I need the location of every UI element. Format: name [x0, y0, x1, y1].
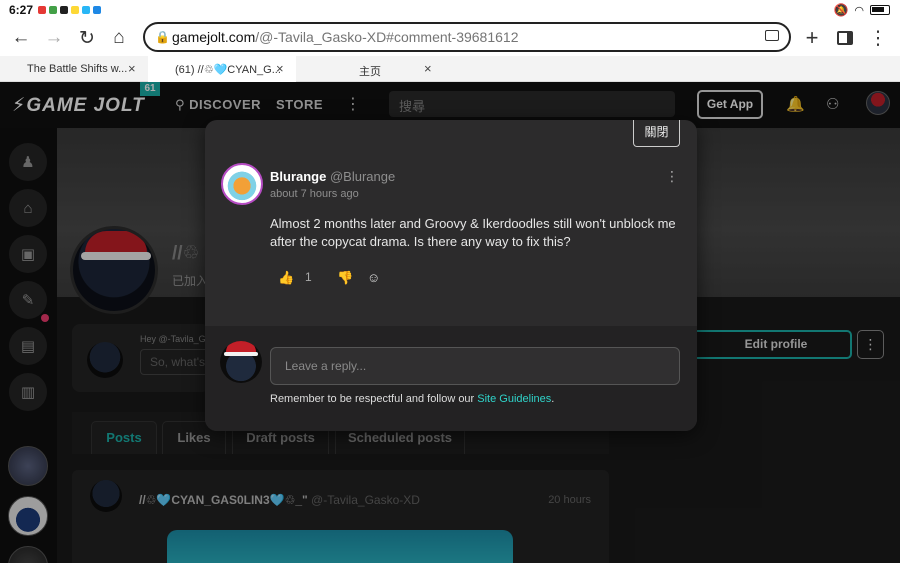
close-button[interactable]: 關閉	[633, 120, 680, 147]
status-bar: 6:27 🔕 ◠	[0, 0, 900, 20]
comment-author-avatar[interactable]	[221, 163, 263, 205]
wifi-icon: ◠	[854, 4, 864, 17]
lock-icon: 🔒	[155, 30, 170, 44]
url-text: gamejolt.com/@-Tavila_Gasko-XD#comment-3…	[172, 29, 519, 45]
notification-icon	[93, 6, 101, 14]
comment-body: Almost 2 months later and Groovy & Ikerd…	[270, 216, 676, 249]
tab-switcher-icon[interactable]	[765, 30, 779, 41]
notification-icon	[38, 6, 46, 14]
browser-menu-button[interactable]: ⋮	[864, 24, 892, 52]
home-button[interactable]: ⌂	[105, 24, 133, 52]
back-button[interactable]: ←	[7, 24, 35, 52]
thumbs-up-icon[interactable]: 👍	[278, 270, 294, 286]
reply-section: Leave a reply... Remember to be respectf…	[205, 326, 697, 431]
hat-brim	[224, 352, 258, 356]
tab-title: (61) //♲🩵CYAN_G...	[175, 64, 281, 76]
browser-tab-active[interactable]: (61) //♲🩵CYAN_G... ×	[148, 56, 296, 82]
mute-icon: 🔕	[833, 3, 849, 17]
notification-icons	[38, 6, 101, 14]
tab-close-icon[interactable]: ×	[276, 61, 284, 76]
browser-toolbar: ← → ↻ ⌂ 🔒 gamejolt.com/@-Tavila_Gasko-XD…	[0, 20, 900, 56]
guidelines-note: Remember to be respectful and follow our…	[270, 393, 554, 405]
notification-icon	[60, 6, 68, 14]
notification-icon	[71, 6, 79, 14]
site-guidelines-link[interactable]: Site Guidelines	[477, 393, 551, 405]
guidelines-period: .	[551, 393, 555, 405]
system-icons: 🔕 ◠	[833, 3, 890, 17]
tab-title: 主页	[359, 66, 381, 78]
browser-tab[interactable]: The Battle Shifts w... ×	[0, 56, 148, 82]
reply-input[interactable]: Leave a reply...	[270, 347, 680, 385]
battery-icon	[870, 5, 890, 15]
sidebar-toggle-icon[interactable]	[831, 24, 859, 52]
tab-close-icon[interactable]: ×	[128, 61, 136, 76]
comment-more-icon[interactable]: ⋮	[665, 168, 679, 185]
comment-modal: 關閉 Blurange @Blurange about 7 hours ago …	[205, 120, 697, 431]
comment-author[interactable]: Blurange @Blurange	[270, 169, 395, 184]
url-host: gamejolt.com	[172, 29, 256, 45]
url-path: /@-Tavila_Gasko-XD#comment-39681612	[255, 29, 519, 45]
tab-close-icon[interactable]: ×	[424, 61, 432, 76]
like-count: 1	[305, 270, 312, 284]
browser-tab-strip: The Battle Shifts w... × (61) //♲🩵CYAN_G…	[0, 56, 900, 82]
reload-button[interactable]: ↻	[73, 24, 101, 52]
notification-icon	[82, 6, 90, 14]
reply-avatar	[220, 341, 262, 383]
comment-time[interactable]: about 7 hours ago	[270, 188, 359, 200]
address-bar[interactable]: 🔒 gamejolt.com/@-Tavila_Gasko-XD#comment…	[143, 22, 791, 52]
tab-title: The Battle Shifts w...	[27, 63, 128, 75]
add-reaction-icon[interactable]: ☺	[367, 270, 380, 285]
forward-button[interactable]: →	[40, 24, 68, 52]
notification-icon	[49, 6, 57, 14]
thumbs-down-icon[interactable]: 👎	[337, 270, 353, 286]
new-tab-button[interactable]: +	[798, 24, 826, 52]
comment-author-handle: @Blurange	[329, 169, 396, 184]
comment-author-name: Blurange	[270, 169, 327, 184]
status-time: 6:27	[9, 3, 34, 17]
browser-tab[interactable]: 主页 ×	[296, 56, 444, 82]
guidelines-text: Remember to be respectful and follow our	[270, 393, 478, 405]
